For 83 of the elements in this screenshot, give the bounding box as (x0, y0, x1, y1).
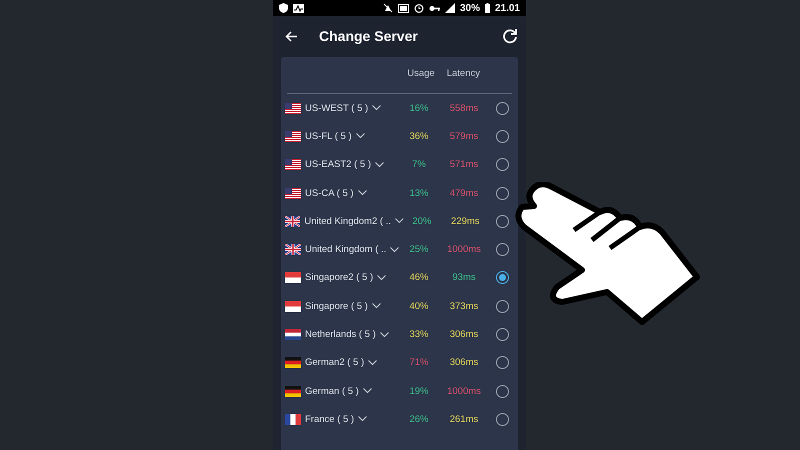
flag-icon (285, 414, 301, 425)
server-name: United Kingdom ( .. (305, 244, 386, 256)
flag-icon (285, 244, 301, 256)
chevron-down-icon[interactable] (372, 105, 382, 112)
server-name: US-CA ( 5 ) (305, 188, 354, 199)
server-name: German2 ( 5 ) (305, 357, 364, 368)
usage-value: 71% (408, 357, 430, 368)
column-header: Latency (446, 68, 480, 81)
key-icon (428, 4, 440, 12)
latency-value: 93ms (451, 272, 477, 284)
chevron-down-icon[interactable] (375, 162, 384, 168)
shield-icon (279, 3, 288, 13)
latency-value: 579ms (448, 130, 480, 142)
usage-value: 26% (408, 414, 430, 425)
server-name: US-FL ( 5 ) (305, 130, 352, 142)
radio-button[interactable] (496, 130, 509, 143)
battery-percent: 30% (460, 2, 480, 14)
latency-value: 1000ms (446, 244, 482, 256)
radio-button[interactable] (496, 300, 509, 313)
radio-button[interactable] (496, 102, 509, 115)
latency-value: 229ms (450, 216, 481, 227)
flag-icon (285, 216, 300, 227)
chart-icon (293, 4, 304, 12)
radio-button[interactable] (496, 214, 509, 228)
server-name: United Kingdom2 ( .. (304, 216, 391, 227)
usage-value: 36% (408, 130, 430, 142)
flag-icon (285, 159, 301, 170)
chevron-down-icon[interactable] (394, 218, 404, 224)
flag-icon (285, 130, 301, 142)
flag-icon (285, 300, 301, 312)
flag-icon (285, 329, 301, 340)
chevron-down-icon[interactable] (358, 416, 368, 422)
usage-value: 13% (408, 188, 430, 199)
flag-icon (285, 357, 301, 368)
screen-title: Change Server (319, 28, 419, 44)
column-header: Usage (407, 68, 435, 81)
signal-icon (444, 3, 455, 13)
flag-icon (285, 188, 301, 199)
usage-value: 20% (411, 216, 432, 227)
chevron-down-icon[interactable] (358, 190, 367, 196)
usage-value: 33% (408, 329, 430, 340)
latency-value: 1000ms (446, 386, 482, 397)
chevron-down-icon[interactable] (380, 332, 389, 338)
latency-value: 306ms (448, 329, 480, 340)
latency-value: 479ms (448, 188, 480, 199)
chevron-down-icon[interactable] (390, 246, 400, 253)
flag-icon (285, 102, 301, 114)
chevron-down-icon[interactable] (368, 360, 378, 366)
latency-value: 558ms (448, 102, 480, 114)
usage-value: 7% (411, 159, 427, 170)
server-name: Netherlands ( 5 ) (305, 329, 376, 340)
chevron-down-icon[interactable] (362, 388, 372, 394)
server-name: US-WEST ( 5 ) (305, 102, 368, 114)
usage-value: 16% (408, 102, 430, 114)
latency-value: 261ms (448, 414, 480, 425)
usage-value: 19% (408, 386, 430, 397)
radio-button[interactable] (496, 186, 509, 200)
radio-button[interactable] (496, 328, 509, 342)
alarm-icon (414, 3, 424, 13)
usage-value: 46% (408, 272, 430, 284)
chevron-down-icon[interactable] (372, 303, 381, 310)
server-name: US-EAST2 ( 5 ) (305, 159, 371, 170)
server-name: Singapore2 ( 5 ) (305, 272, 374, 284)
latency-value: 373ms (448, 300, 480, 312)
radio-button[interactable] (496, 412, 509, 426)
radio-button[interactable] (496, 384, 509, 398)
latency-value: 571ms (448, 159, 480, 170)
radio-button[interactable] (496, 271, 509, 284)
chevron-down-icon[interactable] (356, 133, 365, 140)
usage-value: 25% (408, 244, 430, 256)
server-name: Singapore ( 5 ) (305, 300, 368, 312)
chevron-down-icon[interactable] (377, 274, 386, 281)
server-name: France ( 5 ) (305, 414, 354, 425)
clock-time: 21.01 (494, 2, 520, 14)
radio-button[interactable] (496, 158, 509, 172)
latency-value: 306ms (448, 357, 480, 368)
server-name: German ( 5 ) (305, 386, 359, 397)
flag-icon (285, 386, 301, 397)
usage-value: 40% (408, 300, 430, 312)
battery-icon (484, 3, 490, 13)
radio-button[interactable] (496, 243, 509, 256)
flag-icon (285, 272, 301, 284)
radio-button[interactable] (496, 356, 509, 370)
